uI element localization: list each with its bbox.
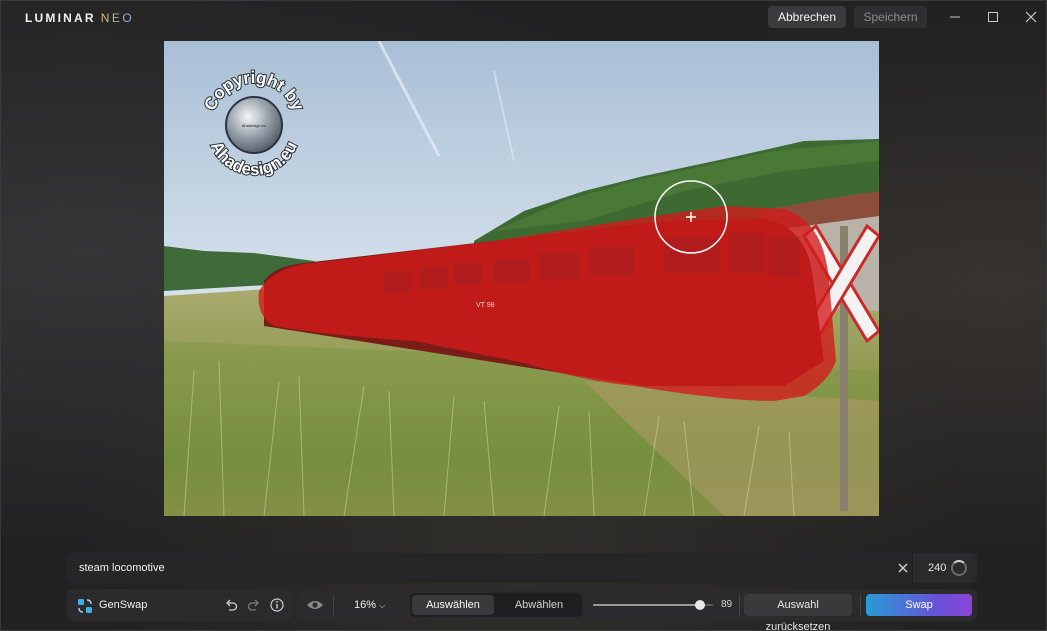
image-canvas[interactable]: VT 98 Ahadesign.eu Copyright by Ahadesig… bbox=[164, 41, 879, 516]
mode-toggle: Auswählen Abwählen bbox=[410, 593, 582, 617]
title-bar: LUMINAR NEO Abbrechen Speichern bbox=[1, 1, 1046, 33]
eye-icon[interactable] bbox=[306, 598, 324, 612]
slider-handle[interactable] bbox=[695, 600, 705, 610]
tool-name: GenSwap bbox=[99, 599, 148, 611]
chevron-down-icon: ⌵ bbox=[379, 601, 386, 610]
train-plate: VT 98 bbox=[476, 302, 495, 309]
deselect-mode-button[interactable]: Abwählen bbox=[498, 595, 580, 615]
view-panel: 16% ⌵ bbox=[297, 589, 401, 621]
prompt-count: 240 bbox=[928, 562, 947, 574]
close-icon[interactable] bbox=[1023, 9, 1039, 25]
divider bbox=[333, 595, 334, 615]
divider bbox=[739, 595, 740, 615]
reset-selection-button[interactable]: Auswahl zurücksetzen bbox=[744, 594, 852, 631]
app-window: LUMINAR NEO Abbrechen Speichern VT 98 Ah… bbox=[0, 0, 1047, 631]
app-logo: LUMINAR NEO bbox=[25, 11, 134, 25]
select-mode-button[interactable]: Auswählen bbox=[412, 595, 494, 615]
prompt-input[interactable]: steam locomotive bbox=[79, 562, 165, 574]
swap-button[interactable]: Swap bbox=[866, 594, 972, 616]
slider-fill bbox=[593, 604, 700, 606]
clear-icon[interactable] bbox=[895, 559, 911, 577]
divider bbox=[860, 595, 861, 615]
undo-icon[interactable] bbox=[223, 597, 239, 613]
watermark-center: Ahadesign.eu bbox=[242, 123, 266, 128]
photo-scene: VT 98 Ahadesign.eu Copyright by Ahadesig… bbox=[164, 41, 879, 516]
spinner-icon bbox=[951, 560, 967, 576]
brush-size-slider[interactable] bbox=[593, 600, 713, 610]
save-button[interactable]: Speichern bbox=[854, 6, 927, 28]
brush-size-value: 89 bbox=[721, 599, 733, 610]
prompt-field[interactable] bbox=[67, 553, 913, 583]
redo-icon[interactable] bbox=[246, 597, 262, 613]
maximize-icon[interactable] bbox=[985, 9, 1001, 25]
cancel-button[interactable]: Abbrechen bbox=[768, 6, 846, 28]
zoom-dropdown[interactable]: 16% ⌵ bbox=[354, 599, 385, 611]
logo-main: LUMINAR bbox=[25, 11, 96, 25]
tool-panel: GenSwap bbox=[67, 589, 293, 621]
genswap-icon bbox=[77, 598, 93, 614]
info-icon[interactable] bbox=[269, 597, 285, 613]
prompt-bar: steam locomotive 240 bbox=[67, 553, 977, 583]
minimize-icon[interactable] bbox=[947, 9, 963, 25]
selection-panel: Auswählen Abwählen 89 Auswahl zurücksetz… bbox=[405, 589, 977, 631]
zoom-value: 16% bbox=[354, 599, 377, 611]
logo-sub: NEO bbox=[100, 11, 135, 25]
